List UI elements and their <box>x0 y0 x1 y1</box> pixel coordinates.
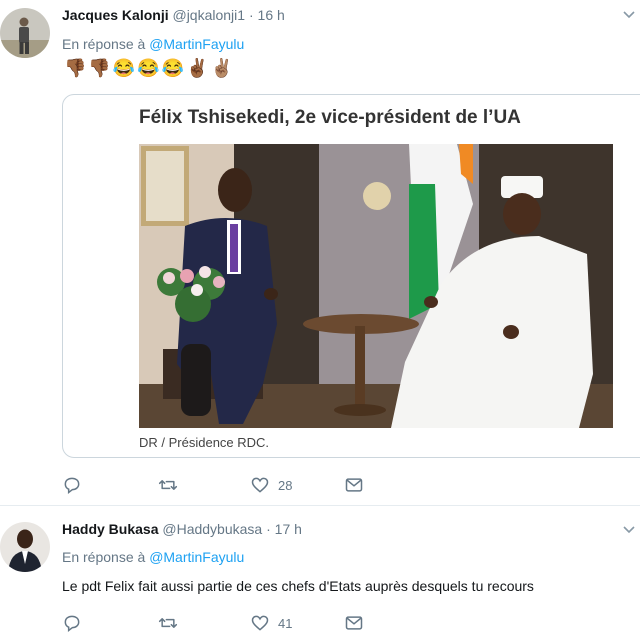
retweet-button[interactable] <box>158 474 178 496</box>
reply-context: En réponse à @MartinFayulu <box>62 549 244 565</box>
reply-button[interactable] <box>62 474 82 496</box>
retweet-icon <box>158 618 178 628</box>
like-count: 28 <box>278 477 293 493</box>
reply-prefix: En réponse à <box>62 36 146 52</box>
tweet-header: Jacques Kalonji @jqkalonji1 · 16 h <box>62 7 285 23</box>
reply-button[interactable] <box>62 612 82 634</box>
heart-icon <box>251 477 269 493</box>
like-button[interactable]: 28 <box>250 474 292 496</box>
card-photo <box>139 144 613 428</box>
avatar[interactable] <box>0 8 50 58</box>
reply-icon <box>64 477 80 495</box>
retweet-button[interactable] <box>158 612 178 634</box>
direct-message-button[interactable] <box>344 612 364 634</box>
chevron-down-icon[interactable] <box>622 8 636 23</box>
tweet[interactable]: Jacques Kalonji @jqkalonji1 · 16 h En ré… <box>0 0 640 506</box>
reply-prefix: En réponse à <box>62 549 146 565</box>
timestamp[interactable]: 17 h <box>275 521 302 537</box>
author-handle[interactable]: @Haddybukasa <box>162 521 262 537</box>
mention-link[interactable]: @MartinFayulu <box>149 549 244 565</box>
tweet-header: Haddy Bukasa @Haddybukasa · 17 h <box>62 521 302 537</box>
heart-icon <box>251 615 269 631</box>
tweet-text: Le pdt Felix fait aussi partie de ces ch… <box>62 578 534 594</box>
like-count: 41 <box>278 615 293 631</box>
mail-icon <box>345 616 363 630</box>
reply-icon <box>64 615 80 633</box>
avatar[interactable] <box>0 522 50 572</box>
tweet-actions: 41 <box>62 612 382 634</box>
retweet-icon <box>158 480 178 490</box>
tweet-emojis: 👎🏾👎🏾😂😂😂✌🏾✌🏽 <box>64 58 235 78</box>
separator: · <box>266 521 271 537</box>
author-name[interactable]: Haddy Bukasa <box>62 521 158 537</box>
tweet[interactable]: Haddy Bukasa @Haddybukasa · 17 h En répo… <box>0 506 640 640</box>
author-name[interactable]: Jacques Kalonji <box>62 7 169 23</box>
mention-link[interactable]: @MartinFayulu <box>149 36 244 52</box>
direct-message-button[interactable] <box>344 474 364 496</box>
card-credit: DR / Présidence RDC. <box>139 435 270 450</box>
tweet-actions: 28 <box>62 474 382 496</box>
author-handle[interactable]: @jqkalonji1 <box>172 7 245 23</box>
reply-context: En réponse à @MartinFayulu <box>62 36 244 52</box>
like-button[interactable]: 41 <box>250 612 292 634</box>
mail-icon <box>345 478 363 492</box>
chevron-down-icon[interactable] <box>622 523 636 538</box>
link-card[interactable]: Félix Tshisekedi, 2e vice-président de l… <box>62 94 640 458</box>
card-title: Félix Tshisekedi, 2e vice-président de l… <box>139 107 521 128</box>
timestamp[interactable]: 16 h <box>258 7 285 23</box>
separator: · <box>248 7 254 23</box>
